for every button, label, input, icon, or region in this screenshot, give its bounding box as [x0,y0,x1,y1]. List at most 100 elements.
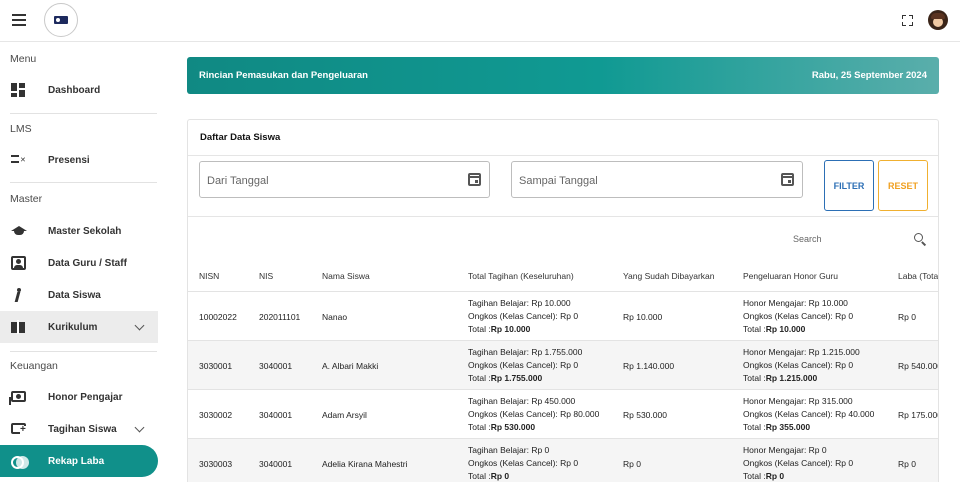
card-divider [188,216,938,217]
sidebar-item-honor-pengajar[interactable]: Honor Pengajar [0,381,158,413]
fullscreen-icon[interactable] [902,15,913,26]
total-label: Total : [743,422,766,432]
graduation-cap-icon [11,224,27,238]
sidebar-item-tagihan-siswa[interactable]: Tagihan Siswa [0,413,158,445]
reset-button[interactable]: RESET [878,160,928,211]
total-label: Total : [743,471,766,481]
sidebar: Menu Dashboard LMS Presensi Master Maste… [0,42,172,482]
cell-total-tagihan: Tagihan Belajar: Rp 450.000 Ongkos (Kela… [468,395,599,434]
total-label: Total : [468,324,491,334]
total-label: Total : [743,324,766,334]
to-date-field[interactable]: Sampai Tanggal [511,161,803,198]
sidebar-section-lms: LMS [10,123,32,135]
column-header-dibayarkan[interactable]: Yang Sudah Dibayarkan [623,271,715,281]
filter-button[interactable]: FILTER [824,160,874,211]
tagihan-ongkos: Ongkos (Kelas Cancel): Rp 0 [468,311,579,321]
cell-nis: 3040001 [259,459,293,469]
card-title: Daftar Data Siswa [200,132,281,143]
honor-ongkos: Ongkos (Kelas Cancel): Rp 0 [743,311,854,321]
sidebar-item-rekap-laba[interactable]: Rekap Laba [0,445,158,477]
sidebar-item-presensi[interactable]: Presensi [0,144,158,176]
honor-mengajar: Honor Mengajar: Rp 0 [743,445,827,455]
menu-icon[interactable] [12,14,26,26]
cell-honor-guru: Honor Mengajar: Rp 10.000 Ongkos (Kelas … [743,297,853,336]
sidebar-item-label: Presensi [48,154,90,166]
chevron-down-icon [134,422,145,433]
cell-nisn: 3030001 [199,361,233,371]
table-row[interactable]: 10002022 202011101 Nanao Tagihan Belajar… [188,292,938,341]
honor-total: Rp 10.000 [765,324,806,334]
cell-dibayarkan: Rp 1.140.000 [623,361,675,371]
contact-card-icon [11,256,26,270]
cell-laba: Rp 0 [898,312,916,322]
cell-nisn: 10002022 [199,312,237,322]
cell-nama: Nanao [322,312,348,322]
cell-laba: Rp 540.000 [898,361,939,371]
total-label: Total : [468,471,491,481]
cell-nis: 3040001 [259,410,293,420]
sidebar-item-label: Data Siswa [48,289,101,301]
cell-dibayarkan: Rp 0 [623,459,641,469]
sidebar-item-dashboard[interactable]: Dashboard [0,74,158,106]
tagihan-total: Rp 10.000 [490,324,531,334]
sidebar-item-data-guru[interactable]: Data Guru / Staff [0,247,158,279]
from-date-placeholder: Dari Tanggal [207,175,269,187]
cell-laba: Rp 175.000 [898,410,939,420]
total-label: Total : [468,422,491,432]
sidebar-item-label: Rekap Laba [48,455,105,467]
page-title: Rincian Pemasukan dan Pengeluaran [199,70,368,81]
chevron-down-icon [134,320,145,331]
table-row[interactable]: 3030003 3040001 Adelia Kirana Mahestri T… [188,439,938,482]
book-icon [11,320,26,334]
cell-total-tagihan: Tagihan Belajar: Rp 1.755.000 Ongkos (Ke… [468,346,582,385]
school-logo[interactable] [44,3,78,37]
honor-mengajar: Honor Mengajar: Rp 1.215.000 [743,347,860,357]
sidebar-item-label: Tagihan Siswa [48,423,117,435]
table-row[interactable]: 3030001 3040001 A. Albari Makki Tagihan … [188,341,938,390]
page-header-banner: Rincian Pemasukan dan Pengeluaran Rabu, … [187,57,939,94]
cell-nisn: 3030002 [199,410,233,420]
total-label: Total : [468,373,491,383]
search-icon[interactable] [914,233,923,242]
honor-ongkos: Ongkos (Kelas Cancel): Rp 40.000 [743,409,875,419]
sidebar-item-label: Master Sekolah [48,225,122,237]
search-input[interactable]: Search [793,234,822,244]
table-row[interactable]: 3030002 3040001 Adam Arsyil Tagihan Bela… [188,390,938,439]
user-avatar[interactable] [928,10,948,30]
sidebar-divider [10,182,157,183]
honor-ongkos: Ongkos (Kelas Cancel): Rp 0 [743,458,854,468]
tagihan-ongkos: Ongkos (Kelas Cancel): Rp 0 [468,360,579,370]
from-date-field[interactable]: Dari Tanggal [199,161,490,198]
column-header-nisn[interactable]: NISN [199,271,219,281]
sidebar-item-kurikulum[interactable]: Kurikulum [0,311,158,343]
calendar-icon[interactable] [468,173,481,186]
calendar-icon[interactable] [781,173,794,186]
sidebar-item-master-sekolah[interactable]: Master Sekolah [0,215,158,247]
column-header-total-tagihan[interactable]: Total Tagihan (Keseluruhan) [468,271,574,281]
add-bill-icon [11,423,26,434]
cell-honor-guru: Honor Mengajar: Rp 1.215.000 Ongkos (Kel… [743,346,860,385]
walking-person-icon [11,288,26,302]
student-list-card: Daftar Data Siswa Dari Tanggal Sampai Ta… [187,119,939,482]
tagihan-ongkos: Ongkos (Kelas Cancel): Rp 80.000 [468,409,600,419]
honor-mengajar: Honor Mengajar: Rp 315.000 [743,396,853,406]
sidebar-item-label: Dashboard [48,84,101,96]
cell-honor-guru: Honor Mengajar: Rp 315.000 Ongkos (Kelas… [743,395,874,434]
column-header-nama[interactable]: Nama Siswa [322,271,370,281]
column-header-honor-guru[interactable]: Pengeluaran Honor Guru [743,271,838,281]
card-divider [188,155,938,156]
tagihan-belajar: Tagihan Belajar: Rp 1.755.000 [468,347,583,357]
checklist-icon [11,153,26,167]
money-icon [9,391,26,405]
column-header-nis[interactable]: NIS [259,271,273,281]
tagihan-ongkos: Ongkos (Kelas Cancel): Rp 0 [468,458,579,468]
column-header-laba[interactable]: Laba (Total [898,271,938,281]
to-date-placeholder: Sampai Tanggal [519,175,598,187]
tagihan-total: Rp 0 [490,471,510,481]
dashboard-icon [11,83,26,97]
cell-total-tagihan: Tagihan Belajar: Rp 10.000 Ongkos (Kelas… [468,297,578,336]
cell-dibayarkan: Rp 10.000 [623,312,663,322]
sidebar-item-data-siswa[interactable]: Data Siswa [0,279,158,311]
sidebar-item-label: Data Guru / Staff [48,257,127,269]
cell-honor-guru: Honor Mengajar: Rp 0 Ongkos (Kelas Cance… [743,444,853,482]
